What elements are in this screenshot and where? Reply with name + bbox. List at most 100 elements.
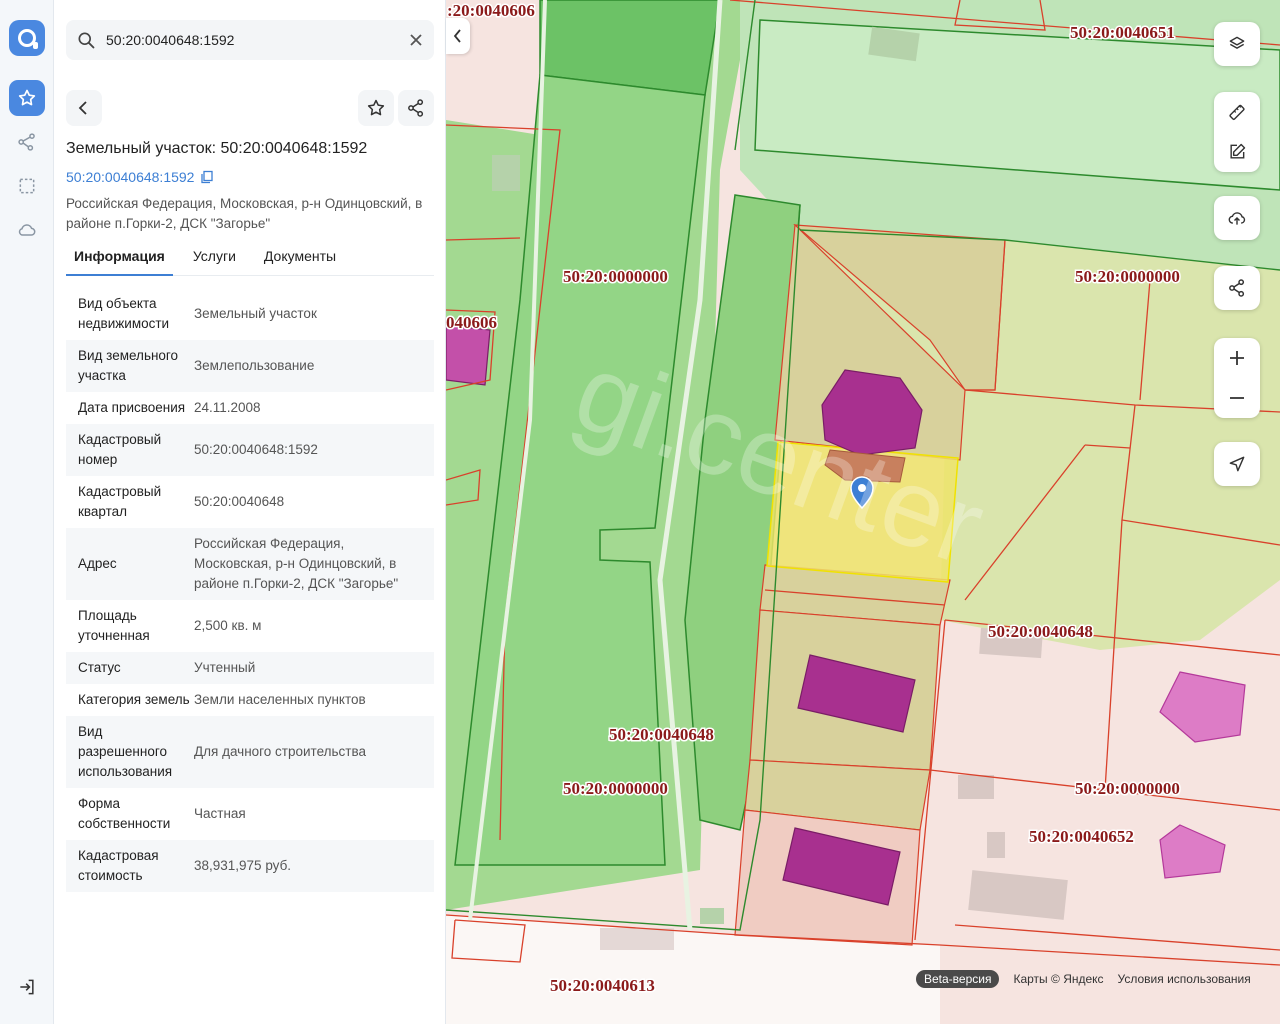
map-label: 50:20:0040648 [609,725,714,744]
edit-icon[interactable] [1227,142,1247,162]
info-row: Категория земель Земли населенных пунктов [66,684,434,716]
copy-icon[interactable] [200,170,214,184]
info-key: Площадь уточненная [78,608,150,643]
info-key: Вид объекта недвижимости [78,296,170,331]
close-icon [410,34,422,46]
tab-bar: Информация Услуги Документы [66,240,434,276]
cloud-upload-icon [1228,212,1246,225]
info-key: Кадастровый квартал [78,484,162,519]
zoom-in-icon[interactable] [1228,349,1246,367]
info-row: Кадастровая стоимость 38,931,975 руб. [66,840,434,892]
select-area-icon [19,178,35,194]
info-key: Статус [78,660,121,675]
info-value: 24.11.2008 [194,400,261,415]
geolocation-button[interactable] [1214,442,1260,486]
info-row: Вид земельного участка Землепользование [66,340,434,392]
map-share-button[interactable] [1214,266,1260,310]
route-icon [18,133,35,151]
star-icon [18,89,36,106]
map-label: 50:20:0000000 [1075,779,1180,798]
info-row: Форма собственности Частная [66,788,434,840]
info-key: Адрес [78,556,117,571]
info-key: Кадастровая стоимость [78,848,159,883]
info-value: 50:20:0040648:1592 [194,442,318,457]
info-value: Земли населенных пунктов [194,692,366,707]
clear-search-button[interactable] [406,30,426,50]
search-box [66,20,434,60]
terms-link[interactable]: Условия использования [1118,972,1251,986]
info-row: Статус Учтенный [66,652,434,684]
favorites-rail-button[interactable] [9,80,45,116]
info-row: Вид разрешенного использования Для дачног… [66,716,434,788]
chevron-left-icon [78,101,87,115]
info-key: Форма собственности [78,796,171,831]
info-row: Площадь уточненная 2,500 кв. м [66,600,434,652]
cadastral-number-link[interactable]: 50:20:0040648:1592 [66,169,214,185]
info-row: Кадастровый номер 50:20:0040648:1592 [66,424,434,476]
logout-button[interactable] [14,974,40,1000]
upload-button[interactable] [1214,196,1260,240]
search-input[interactable] [106,20,396,60]
zoom-controls [1214,338,1260,418]
measure-tools-group [1214,92,1260,172]
info-value: 2,500 кв. м [194,618,262,633]
info-value: 50:20:0040648 [194,494,285,509]
zoom-out-icon[interactable] [1228,389,1246,407]
info-value: Российская Федерация, Московская, р-н Од… [194,536,399,591]
selection-rail-button[interactable] [9,168,45,204]
beta-badge: Beta-версия [916,970,1000,988]
chevron-left-icon [453,29,461,43]
info-row: Вид объекта недвижимости Земельный участо… [66,288,434,340]
tab-information[interactable]: Информация [66,240,173,276]
info-key: Дата присвоения [78,400,186,415]
back-button[interactable] [66,90,102,126]
map-label: 50:20:0000000 [1075,267,1180,286]
cloud-rail-button[interactable] [9,212,45,248]
cadastral-number-text: 50:20:0040648:1592 [66,169,195,185]
share-icon [408,99,424,117]
map-canvas[interactable]: gi.center :20:0040606 50:20:0040651 50:2… [446,0,1280,1024]
info-key: Вид земельного участка [78,348,179,383]
info-value: Землепользование [194,358,315,373]
info-row: Кадастровый квартал 50:20:0040648 [66,476,434,528]
star-icon [367,99,385,116]
map-label: 50:20:0040651 [1070,23,1175,42]
cloud-icon [18,224,36,236]
layers-button[interactable] [1214,22,1260,66]
share-icon [1229,279,1245,297]
cadastral-map[interactable]: gi.center :20:0040606 50:20:0040651 50:2… [446,0,1280,1024]
info-value: Земельный участок [194,306,317,321]
logout-icon [20,979,34,995]
collapse-panel-button[interactable] [446,18,470,54]
tab-services[interactable]: Услуги [185,240,244,276]
map-label: 50:20:0040648 [988,622,1093,641]
map-label: 50:20:0000000 [563,267,668,286]
share-button[interactable] [398,90,434,126]
info-value: Учтенный [194,660,256,675]
map-label: 040606 [446,313,497,332]
map-label: 50:20:0040652 [1029,827,1134,846]
info-value: 38,931,975 руб. [194,858,292,873]
ruler-icon[interactable] [1227,102,1247,122]
info-row: Дата присвоения 24.11.2008 [66,392,434,424]
info-key: Кадастровый номер [78,432,162,467]
map-attribution: Beta-версия Карты © Яндекс Условия испол… [916,969,1251,989]
favorite-button[interactable] [358,90,394,126]
search-icon [78,32,95,49]
app-logo[interactable] [9,20,45,56]
info-key: Категория земель [78,692,190,707]
info-row: Адрес Российская Федерация, Московская, р… [66,528,434,600]
info-value: Для дачного строительства [194,744,367,759]
object-address: Российская Федерация, Московская, р-н Од… [66,196,423,231]
info-value: Частная [194,806,246,821]
page-title: Земельный участок: 50:20:0040648:1592 [66,140,368,157]
route-rail-button[interactable] [9,124,45,160]
info-key: Вид разрешенного использования [78,724,173,779]
map-label: 50:20:0040613 [550,976,655,995]
info-table: Вид объекта недвижимости Земельный участо… [66,288,434,892]
left-rail [0,0,54,1024]
maps-copyright[interactable]: Карты © Яндекс [1013,972,1103,986]
map-label: 50:20:0000000 [563,779,668,798]
navigation-arrow-icon [1229,456,1245,472]
tab-documents[interactable]: Документы [256,240,344,276]
